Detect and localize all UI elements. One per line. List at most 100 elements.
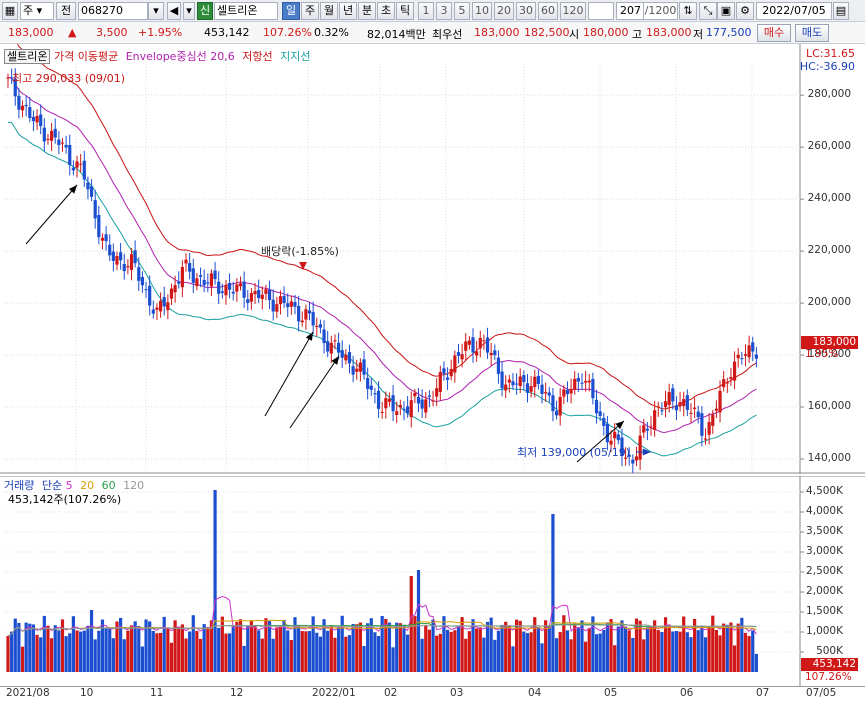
volume-bar	[623, 626, 628, 672]
volume-bar	[242, 645, 246, 672]
candle-body	[53, 128, 57, 138]
candle-body	[402, 408, 406, 411]
interval-3[interactable]: 3	[436, 2, 452, 20]
tab-second[interactable]: 초	[377, 2, 395, 20]
crosshair-icon[interactable]: ⤡	[699, 2, 717, 20]
volume-bar	[667, 624, 671, 672]
volume-bar	[409, 576, 413, 672]
candle-type-icon[interactable]: ⇅	[679, 2, 697, 20]
candle-body	[188, 263, 192, 272]
interval-5[interactable]: 5	[454, 2, 470, 20]
interval-custom-input[interactable]	[588, 2, 614, 20]
price-tick-label: 200,000	[807, 296, 851, 309]
legend-ma[interactable]: 가격 이동평균	[54, 50, 118, 63]
price-tick-label: 240,000	[807, 192, 851, 205]
tab-week[interactable]: 주	[301, 2, 319, 20]
candle-body	[217, 281, 221, 294]
settings-icon[interactable]: ⚙	[736, 2, 754, 20]
candle-body	[42, 127, 46, 142]
interval-10[interactable]: 10	[472, 2, 492, 20]
candle-body	[594, 399, 599, 414]
legend-support[interactable]: 지지선	[280, 50, 310, 63]
volume-tick-label: 4,500K	[806, 485, 843, 497]
sell-button[interactable]: 매도	[795, 24, 829, 42]
volume-bar	[260, 638, 264, 672]
code-input[interactable]: 068270	[78, 2, 148, 20]
prev-button[interactable]: 전	[56, 2, 76, 20]
candle-body	[155, 307, 159, 310]
price-chart[interactable]: 셀트리온 가격 이동평균 Envelope중심선 20,6 저항선 지지선 LC…	[0, 44, 865, 474]
tab-day[interactable]: 일	[282, 2, 300, 20]
volume-ratio: 107.26%	[263, 26, 312, 39]
volume-tick-label: 3,000K	[806, 545, 843, 557]
x-tick-label: 07	[756, 687, 770, 699]
volume-legend-120[interactable]: 120	[123, 479, 144, 492]
save-icon[interactable]: ▣	[717, 2, 735, 20]
volume-bar	[729, 622, 733, 672]
volume-bar	[198, 638, 203, 672]
credit-badge[interactable]: 신	[197, 2, 213, 20]
volume-bar	[554, 638, 559, 672]
volume-bar	[217, 627, 221, 672]
volume-bar	[366, 623, 370, 672]
candle-body	[540, 384, 544, 394]
candle-body	[347, 352, 352, 364]
chevron-down-icon[interactable]: ▾	[183, 2, 195, 20]
candle-body	[449, 368, 453, 377]
tab-minute[interactable]: 분	[358, 2, 376, 20]
hc-value: HC:-36.90	[799, 60, 855, 73]
candle-body	[671, 388, 675, 402]
code-dropdown-icon[interactable]: ▾	[148, 2, 164, 20]
volume-bar	[49, 638, 54, 672]
speaker-icon[interactable]: ◀	[167, 2, 181, 20]
candle-body	[286, 303, 290, 308]
candle-body	[442, 368, 446, 374]
candle-body	[482, 340, 486, 342]
candle-body	[493, 350, 497, 356]
candle-body	[438, 372, 442, 392]
legend-envelope[interactable]: Envelope중심선 20,6	[126, 50, 235, 63]
candle-body	[587, 380, 591, 383]
date-input[interactable]: 2022/07/05	[756, 2, 832, 20]
legend-resistance[interactable]: 저항선	[242, 50, 272, 63]
candle-body	[318, 324, 323, 328]
count-input[interactable]: 207	[616, 2, 644, 20]
interval-60[interactable]: 60	[538, 2, 558, 20]
tab-tick[interactable]: 틱	[396, 2, 414, 20]
volume-bar	[358, 622, 362, 672]
buy-button[interactable]: 매수	[757, 24, 791, 42]
candle-body	[435, 388, 439, 397]
candle-body	[315, 325, 319, 327]
candle-body	[275, 304, 279, 312]
candle-body	[656, 406, 660, 408]
candle-body	[180, 266, 184, 288]
x-tick-label: 05	[604, 687, 618, 699]
interval-30[interactable]: 30	[516, 2, 536, 20]
volume-bar	[736, 623, 740, 672]
volume-bar	[602, 629, 606, 672]
volume-bar	[660, 632, 664, 672]
volume-bar	[482, 637, 486, 672]
grid-menu-icon[interactable]: ▦	[2, 2, 18, 20]
tab-month[interactable]: 월	[320, 2, 338, 20]
volume-bar	[362, 646, 366, 672]
market-select[interactable]: 주 ▾	[20, 2, 54, 20]
interval-20[interactable]: 20	[494, 2, 514, 20]
volume-bar	[743, 632, 748, 672]
volume-bar	[275, 627, 279, 672]
volume-bar	[576, 628, 580, 672]
quote-bar: 183,000 ▲ 3,500 +1.95% 453,142 107.26% 0…	[0, 22, 865, 44]
interval-120[interactable]: 120	[560, 2, 586, 20]
interval-1[interactable]: 1	[418, 2, 434, 20]
volume-bar	[300, 631, 304, 672]
candle-body	[547, 392, 551, 396]
volume-bar	[645, 627, 649, 672]
volume-bar	[326, 630, 330, 672]
volume-bar	[656, 630, 660, 672]
legend-stock-name[interactable]: 셀트리온	[4, 49, 51, 64]
best-buy: 182,500	[524, 26, 570, 39]
tab-year[interactable]: 년	[339, 2, 357, 20]
calendar-icon[interactable]: ▤	[833, 2, 849, 20]
volume-bar	[391, 647, 395, 672]
volume-chart[interactable]: 거래량 단순 5 20 60 120 453,142주(107.26%) 4,5…	[0, 476, 865, 686]
